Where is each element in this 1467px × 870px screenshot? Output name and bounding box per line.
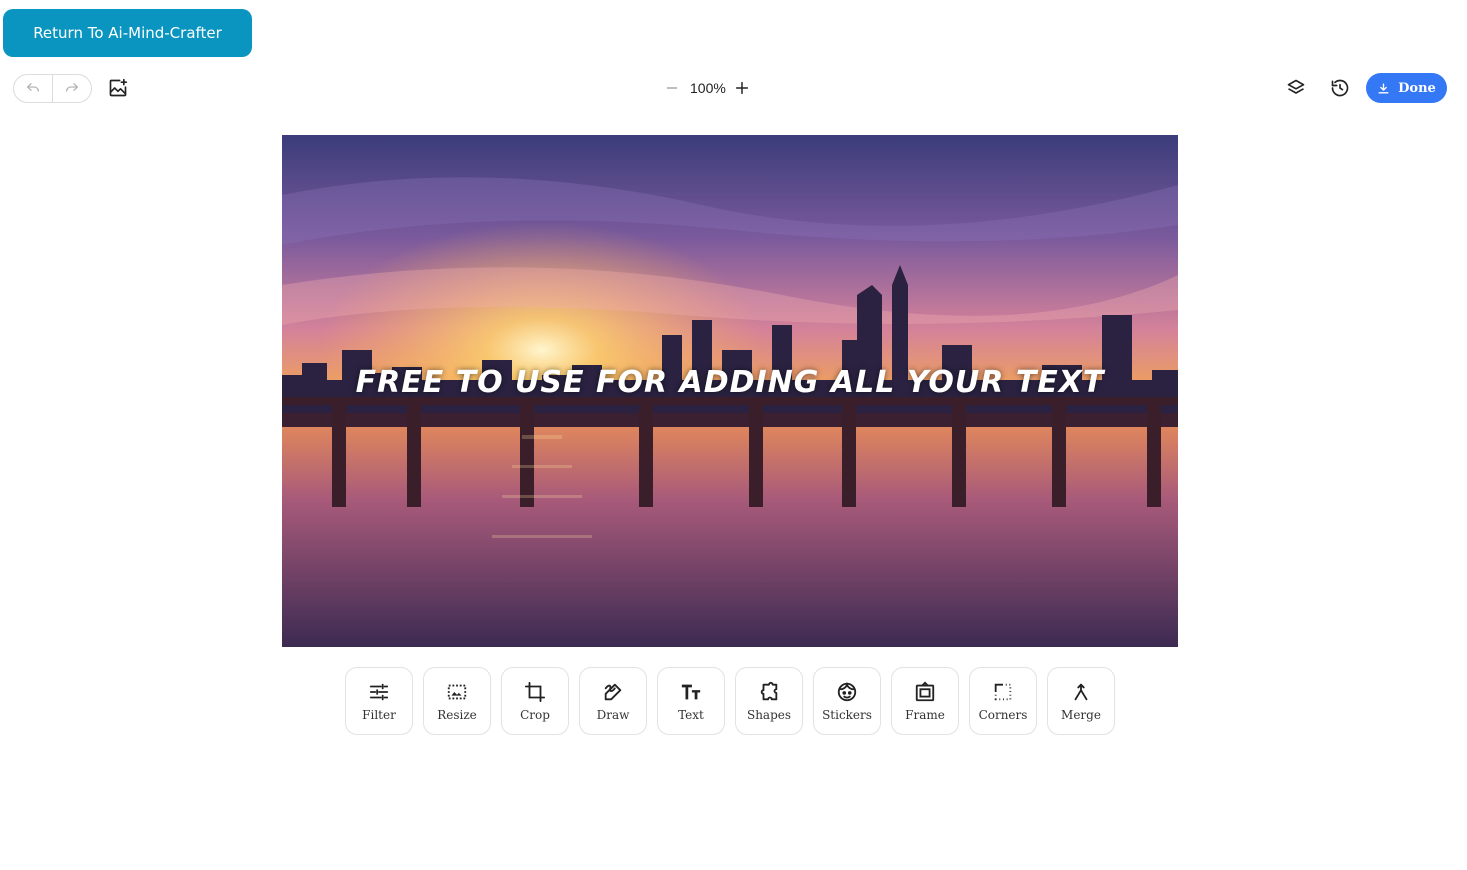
layers-icon [1287,79,1305,94]
corners-tool[interactable]: Corners [969,667,1037,735]
tool-bar: Filter Resize Crop Draw Text Shapes Stic… [345,667,1115,735]
undo-icon [27,82,39,92]
zoom-control: 100% [662,76,752,100]
shapes-icon [760,681,778,700]
add-image-button[interactable] [106,76,130,100]
shapes-label: Shapes [746,707,792,722]
text-icon [681,684,701,699]
frame-label: Frame [905,707,945,722]
zoom-out-icon [666,87,678,89]
done-button[interactable]: Done [1366,73,1447,103]
crop-label: Crop [520,707,550,722]
zoom-out-button[interactable] [662,78,682,98]
corners-icon [994,683,1012,700]
resize-label: Resize [437,707,477,722]
undo-button[interactable] [14,75,52,102]
stickers-tool[interactable]: Stickers [813,667,881,735]
frame-icon [915,681,935,701]
draw-tool[interactable]: Draw [579,667,647,735]
filter-label: Filter [362,707,396,722]
resize-tool[interactable]: Resize [423,667,491,735]
redo-button[interactable] [52,75,91,102]
done-label: Done [1398,80,1436,96]
corners-label: Corners [978,707,1028,722]
add-image-icon [109,78,128,97]
text-tool[interactable]: Text [657,667,725,735]
filter-icon [369,683,389,700]
image-canvas[interactable]: FREE TO USE FOR ADDING ALL YOUR TEXT [282,135,1178,647]
merge-tool[interactable]: Merge [1047,667,1115,735]
crop-icon [524,681,546,702]
stickers-label: Stickers [822,707,872,722]
history-icon [1331,79,1349,97]
crop-tool[interactable]: Crop [501,667,569,735]
layers-button[interactable] [1284,76,1308,100]
redo-icon [66,82,78,92]
resize-icon [447,684,467,699]
undo-redo-group [13,74,92,103]
text-label: Text [678,707,704,722]
draw-icon [604,683,622,700]
frame-tool[interactable]: Frame [891,667,959,735]
filter-tool[interactable]: Filter [345,667,413,735]
draw-label: Draw [596,707,630,722]
overlay-text[interactable]: FREE TO USE FOR ADDING ALL YOUR TEXT [282,365,1178,400]
shapes-tool[interactable]: Shapes [735,667,803,735]
return-button[interactable]: Return To Ai-Mind-Crafter [3,9,252,57]
download-icon [1378,82,1389,94]
history-button[interactable] [1328,76,1352,100]
zoom-value: 100% [690,80,726,96]
merge-label: Merge [1061,707,1101,722]
stickers-icon [837,681,857,701]
zoom-in-icon [735,81,748,95]
zoom-in-button[interactable] [732,78,752,98]
merge-icon [1074,683,1088,700]
